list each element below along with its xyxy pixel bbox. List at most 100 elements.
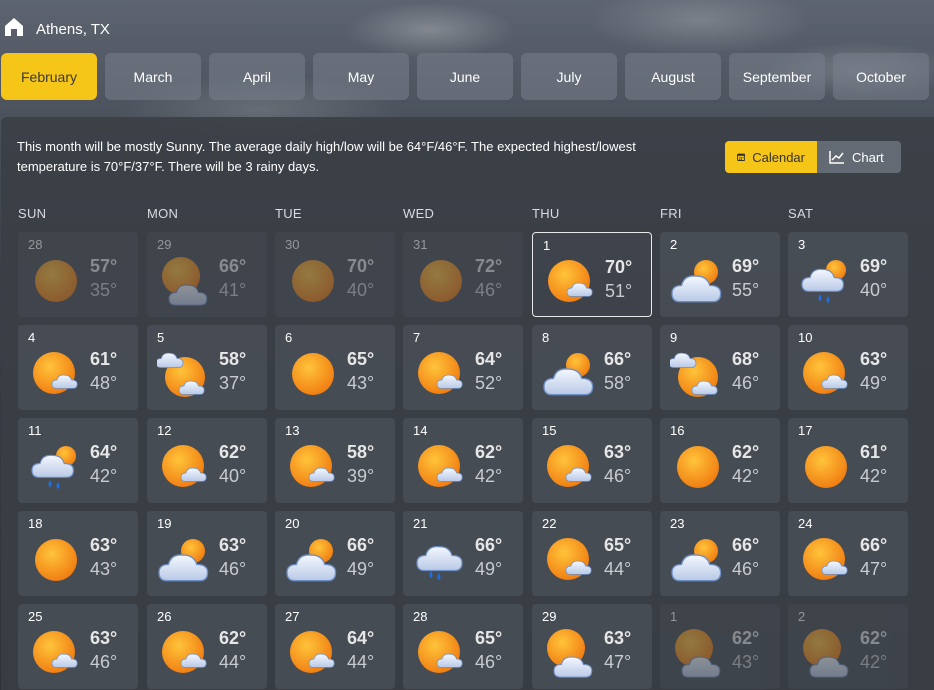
high-temp: 64° — [90, 442, 118, 462]
high-temp: 70° — [347, 256, 375, 276]
day-number: 5 — [157, 330, 165, 345]
home-icon[interactable] — [4, 17, 24, 37]
calendar-view-button[interactable]: Calendar — [725, 141, 817, 173]
low-temp: 42° — [860, 466, 888, 486]
month-tab-july[interactable]: July — [521, 53, 617, 100]
high-temp: 62° — [732, 628, 760, 648]
day-number: 4 — [28, 330, 36, 345]
rain-sun-icon — [28, 438, 84, 494]
sun-small-cloud-icon — [28, 345, 84, 401]
day-number: 29 — [157, 237, 172, 252]
sun-cloud-icon — [542, 624, 598, 680]
day-cell[interactable]: 29 63° 47° — [532, 604, 652, 689]
day-cell[interactable]: 3 69° 40° — [788, 232, 908, 317]
chart-icon — [829, 151, 844, 164]
calendar-icon — [737, 153, 746, 161]
high-temp: 66° — [604, 349, 632, 369]
low-temp: 42° — [475, 466, 503, 486]
day-number: 8 — [542, 330, 550, 345]
day-cell[interactable]: 12 62° 40° — [147, 418, 267, 503]
day-cell[interactable]: 2 62° 42° — [788, 604, 908, 689]
month-tab-may[interactable]: May — [313, 53, 409, 100]
day-cell[interactable]: 11 64° 42° — [18, 418, 138, 503]
day-number: 16 — [670, 423, 685, 438]
day-cell[interactable]: 26 62° 44° — [147, 604, 267, 689]
day-cell[interactable]: 8 66° 58° — [532, 325, 652, 410]
day-number: 9 — [670, 330, 678, 345]
day-cell[interactable]: 20 66° 49° — [275, 511, 395, 596]
day-cell[interactable]: 19 63° 46° — [147, 511, 267, 596]
day-cell[interactable]: 9 68° 46° — [660, 325, 780, 410]
day-cell[interactable]: 16 62° 42° — [660, 418, 780, 503]
month-tab-february[interactable]: February — [1, 53, 97, 100]
day-cell[interactable]: 1 70° 51° — [532, 232, 652, 317]
sun-icon — [285, 345, 341, 401]
high-temp: 70° — [605, 257, 633, 277]
day-cell[interactable]: 30 70° 40° — [275, 232, 395, 317]
sun-icon — [413, 252, 469, 308]
month-tab-april[interactable]: April — [209, 53, 305, 100]
high-temp: 63° — [604, 442, 632, 462]
sun-icon — [285, 252, 341, 308]
low-temp: 47° — [860, 559, 888, 579]
high-temp: 64° — [475, 349, 503, 369]
low-temp: 42° — [860, 652, 888, 672]
day-cell[interactable]: 15 63° 46° — [532, 418, 652, 503]
day-cell[interactable]: 22 65° 44° — [532, 511, 652, 596]
high-temp: 61° — [90, 349, 118, 369]
day-cell[interactable]: 13 58° 39° — [275, 418, 395, 503]
day-cell[interactable]: 23 66° 46° — [660, 511, 780, 596]
month-tab-october[interactable]: October — [833, 53, 929, 100]
month-tab-august[interactable]: August — [625, 53, 721, 100]
day-cell[interactable]: 21 66° 49° — [403, 511, 523, 596]
day-number: 2 — [670, 237, 678, 252]
day-cell[interactable]: 29 66° 41° — [147, 232, 267, 317]
day-cell[interactable]: 18 63° 43° — [18, 511, 138, 596]
day-number: 6 — [285, 330, 293, 345]
month-tab-september[interactable]: September — [729, 53, 825, 100]
day-cell[interactable]: 28 57° 35° — [18, 232, 138, 317]
day-number: 19 — [157, 516, 172, 531]
high-temp: 69° — [860, 256, 888, 276]
cloud-sun-icon — [285, 531, 341, 587]
chart-view-button[interactable]: Chart — [817, 141, 901, 173]
month-tabs: February March April May June July August Septe… — [1, 53, 929, 100]
day-cell[interactable]: 24 66° 47° — [788, 511, 908, 596]
low-temp: 44° — [347, 652, 375, 672]
day-cell[interactable]: 7 64° 52° — [403, 325, 523, 410]
day-number: 30 — [285, 237, 300, 252]
high-temp: 66° — [732, 535, 760, 555]
weekday-header-tue: TUE — [275, 206, 302, 221]
day-cell[interactable]: 27 64° 44° — [275, 604, 395, 689]
day-cell[interactable]: 10 63° 49° — [788, 325, 908, 410]
day-cell[interactable]: 4 61° 48° — [18, 325, 138, 410]
cloud-sun-icon — [542, 345, 598, 401]
day-cell[interactable]: 17 61° 42° — [788, 418, 908, 503]
month-tab-june[interactable]: June — [417, 53, 513, 100]
low-temp: 46° — [219, 559, 247, 579]
day-cell[interactable]: 2 69° 55° — [660, 232, 780, 317]
high-temp: 62° — [219, 442, 247, 462]
day-cell[interactable]: 14 62° 42° — [403, 418, 523, 503]
day-number: 27 — [285, 609, 300, 624]
day-cell[interactable]: 6 65° 43° — [275, 325, 395, 410]
chart-view-label: Chart — [852, 149, 884, 165]
low-temp: 49° — [475, 559, 503, 579]
sun-icon — [798, 438, 854, 494]
calendar-view-label: Calendar — [752, 149, 805, 165]
rain-icon — [413, 531, 469, 587]
high-temp: 69° — [732, 256, 760, 276]
high-temp: 64° — [347, 628, 375, 648]
day-cell[interactable]: 1 62° 43° — [660, 604, 780, 689]
day-cell[interactable]: 31 72° 46° — [403, 232, 523, 317]
high-temp: 65° — [475, 628, 503, 648]
day-cell[interactable]: 25 63° 46° — [18, 604, 138, 689]
day-cell[interactable]: 5 58° 37° — [147, 325, 267, 410]
sun-small-cloud-icon — [157, 624, 213, 680]
month-tab-march[interactable]: March — [105, 53, 201, 100]
day-number: 25 — [28, 609, 43, 624]
day-number: 11 — [28, 423, 42, 438]
low-temp: 40° — [347, 280, 375, 300]
low-temp: 43° — [347, 373, 375, 393]
day-cell[interactable]: 28 65° 46° — [403, 604, 523, 689]
